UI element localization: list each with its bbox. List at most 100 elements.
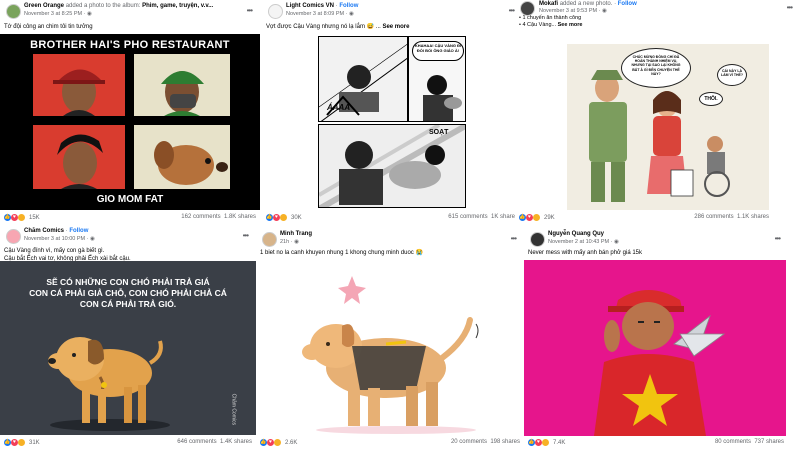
post-image[interactable] [524,260,786,436]
shares-count[interactable]: 1K shares [491,214,518,220]
post-time[interactable]: November 3 at 8:25 PM · ◉ [24,11,92,17]
more-options-icon[interactable]: ••• [511,234,517,243]
like-reaction-icon: 👍 [528,439,535,446]
post-minh-trang: Minh Trang 21h · ◉ ••• 1 biet no la canh… [256,228,524,450]
author-name[interactable]: Light Comics VN [286,3,334,9]
post-green-orange: Green Orange added a photo to the album:… [0,0,260,228]
author-name[interactable]: Minh Trang [280,231,312,237]
like-reaction-icon: 👍 [266,214,273,221]
panel-dog [134,125,230,189]
sfx-text: SOẠT [429,129,449,136]
haha-reaction-icon [533,214,540,221]
panel-cap-man [33,54,125,116]
avatar[interactable] [268,4,283,19]
post-action: added a photo to the album: [65,3,141,9]
like-reaction-icon: 👍 [4,214,11,221]
comments-count[interactable]: 646 comments [177,439,216,445]
follow-button[interactable]: Follow [618,1,637,7]
follow-button[interactable]: Follow [69,228,88,234]
love-reaction-icon: ♥ [535,439,542,446]
author-name[interactable]: Nguyễn Quang Quy [548,231,604,237]
post-image[interactable]: ÁAAA KHAHAA! CẬU VÀNG ĐI ĐÓI BỐI ÔNG GIÁ… [262,34,522,210]
like-reaction-icon: 👍 [260,439,267,446]
love-reaction-icon: ♥ [11,214,18,221]
post-caption: Tớ đội công an chim tôi tin tưởng [4,24,93,30]
comments-count[interactable]: 162 comments [181,214,220,220]
shares-count[interactable]: 1.4K shares [220,439,252,445]
post-image[interactable]: BROTHER HAI'S PHO RESTAURANT GIO MOM FAT [0,34,260,210]
more-options-icon[interactable]: ••• [247,6,253,15]
post-time[interactable]: 21h · ◉ [280,239,299,245]
shares-count[interactable]: 1.1K shares [737,214,769,220]
emoji-icon: 😅 [366,24,375,30]
post-time[interactable]: November 3 at 10:00 PM · ◉ [24,236,95,242]
author-name[interactable]: Chăm Comics [24,228,64,234]
comments-count[interactable]: 20 comments [451,439,487,445]
post-time[interactable]: November 3 at 8:09 PM · ◉ [286,11,354,17]
avatar[interactable] [6,229,21,244]
more-options-icon[interactable]: ••• [243,231,249,240]
comments-count[interactable]: 286 comments [694,214,733,220]
post-time[interactable]: November 2 at 10:43 PM · ◉ [548,239,619,245]
post-caption: • 1 chuyến ăn thành công • 4 Cậu Vàng...… [519,15,583,28]
reactions-summary[interactable]: 👍 ♥ 29K [519,214,555,221]
avatar[interactable] [262,232,277,247]
more-options-icon[interactable]: ••• [509,6,515,15]
comments-count[interactable]: 80 comments [715,439,751,445]
globe-icon: ◉ [86,11,92,17]
haha-reaction-icon [18,439,25,446]
comments-count[interactable]: 615 comments [448,214,487,220]
reaction-count: 15K [29,214,40,221]
haha-reaction-icon [542,439,549,446]
shares-count[interactable]: 198 shares [490,439,520,445]
globe-icon: ◉ [601,8,607,14]
see-more-link[interactable]: See more [382,24,409,30]
post-mokafi: Mokafi added a new photo. · Follow Novem… [515,0,800,228]
post-stats: 👍 ♥ 30K 615 comments 1K shares [262,213,522,223]
post-caption: Never mess with mấy anh bán phở giá 15k [528,250,642,256]
post-nguyen-quang-quy: Nguyễn Quang Quy November 2 at 10:43 PM … [524,228,800,450]
avatar[interactable] [530,232,545,247]
panel-helmet-man [134,54,230,116]
post-stats: 👍 ♥ 7.4K 80 comments 737 shares [524,438,800,448]
comic-panel-top-right: KHAHAA! CẬU VÀNG ĐI ĐÓI BỐI ÔNG GIÁO À! [408,36,466,122]
post-light-comics: Light Comics VN · Follow November 3 at 8… [262,0,522,228]
post-stats: 👍 ♥ 15K 162 comments 1.8K shares [0,213,260,223]
shares-count[interactable]: 737 shares [754,439,784,445]
love-reaction-icon: ♥ [267,439,274,446]
avatar[interactable] [6,4,21,19]
reactions-summary[interactable]: 👍 ♥ 7.4K [528,439,565,446]
globe-icon: ◉ [348,11,354,17]
reactions-summary[interactable]: 👍 ♥ 15K [4,214,40,221]
post-header: Nguyễn Quang Quy November 2 at 10:43 PM … [524,228,800,250]
reactions-summary[interactable]: 👍 ♥ 2.6K [260,439,297,446]
love-reaction-icon: ♥ [526,214,533,221]
reactions-summary[interactable]: 👍 ♥ 30K [266,214,302,221]
image-title: BROTHER HAI'S PHO RESTAURANT [30,39,230,51]
see-more-link[interactable]: See more [558,22,583,28]
post-header: Green Orange added a photo to the album:… [0,0,260,22]
globe-icon: ◉ [294,239,299,245]
follow-button[interactable]: Follow [339,3,358,9]
post-caption: Vợt được Cậu Vàng nhưng nó lạ lắm 😅 ... … [266,24,410,30]
more-options-icon[interactable]: ••• [775,234,781,243]
love-reaction-icon: ♥ [273,214,280,221]
post-image[interactable]: CHÚC MỪNG ĐỒNG CHÍ ĐÃ HOÀN THÀNH NHIỆM V… [567,44,769,210]
post-image[interactable]: SẼ CÓ NHỮNG CON CHÓ PHẢI TRẢ GIÁ CON CÁ … [0,261,256,435]
author-name[interactable]: Mokafi [539,1,558,7]
author-name[interactable]: Green Orange [24,3,64,9]
speech-bubble: CÁI NÀY LÀ LÀM VÌ THẾ? [717,64,747,86]
post-time[interactable]: November 3 at 9:53 PM · ◉ [539,8,607,14]
avatar[interactable] [520,1,535,16]
post-image[interactable] [256,260,524,436]
more-options-icon[interactable]: ••• [787,3,793,12]
post-header: Minh Trang 21h · ◉ ••• [256,228,524,250]
shares-count[interactable]: 1.8K shares [224,214,256,220]
reactions-summary[interactable]: 👍 ♥ 31K [4,439,40,446]
post-header: Chăm Comics · Follow November 3 at 10:00… [0,225,256,247]
post-stats: 👍 ♥ 2.6K 20 comments 198 shares [256,438,524,448]
album-link[interactable]: Phim, game, truyện, v.v... [142,3,213,9]
reaction-count: 31K [29,439,40,446]
speech-bubble: CHÚC MỪNG ĐỒNG CHÍ ĐÃ HOÀN THÀNH NHIỆM V… [621,48,691,88]
haha-reaction-icon [18,214,25,221]
